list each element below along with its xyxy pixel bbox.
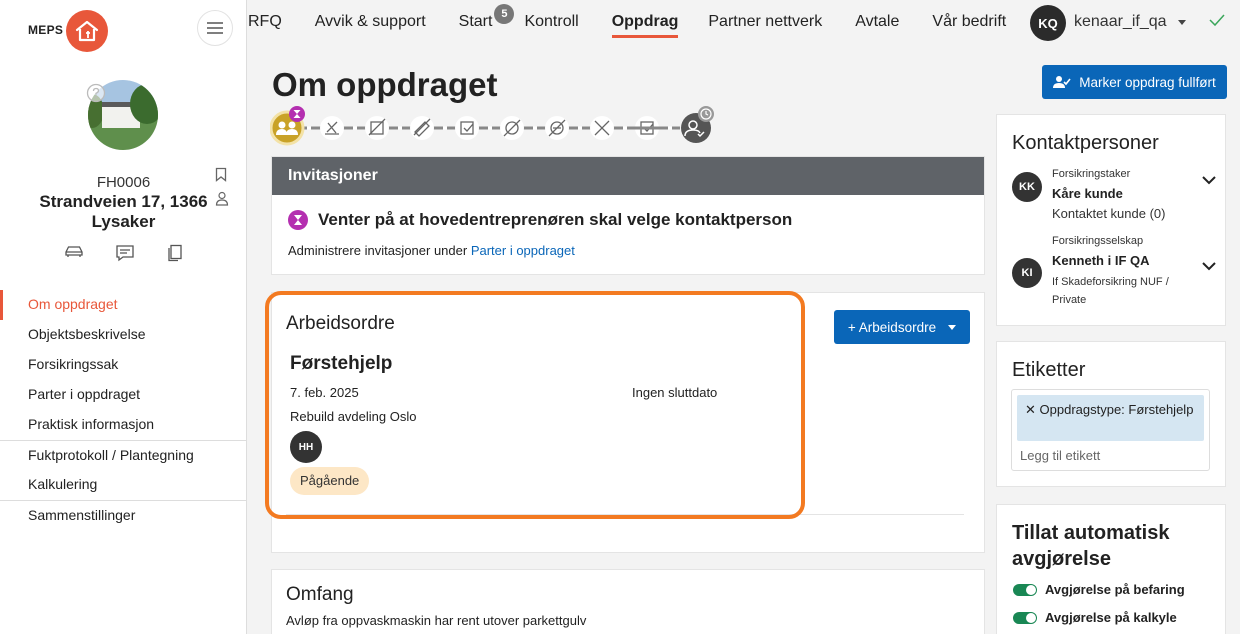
nav-var-bedrift[interactable]: Vår bedrift	[932, 0, 1006, 44]
contacts-title: Kontaktpersoner	[1012, 132, 1159, 154]
nav-rfq[interactable]: RFQ	[248, 0, 282, 44]
contacts-card: Kontaktpersoner KK Forsikringstaker Kåre…	[996, 114, 1226, 326]
workorder-name[interactable]: Førstehjelp	[290, 353, 392, 375]
scope-title: Omfang	[286, 584, 354, 605]
nav-avtale[interactable]: Avtale	[855, 0, 899, 44]
scope-card: Omfang Avløp fra oppvaskmaskin har rent …	[271, 569, 985, 634]
workorder-status-badge: Pågående	[290, 467, 370, 495]
car-icon[interactable]	[64, 244, 84, 260]
sidebar-item-fuktprotokoll[interactable]: Fuktprotokoll / Plantegning	[0, 440, 247, 470]
contact-sub: Kontaktet kunde (0)	[1052, 206, 1166, 221]
property-id: FH0006	[96, 174, 151, 191]
toggle-switch[interactable]	[1013, 583, 1037, 596]
workorders-card: Arbeidsordre + Arbeidsordre Førstehjelp …	[271, 292, 985, 553]
sidebar-item-objektsbeskrivelse[interactable]: Objektsbeskrivelse	[0, 320, 247, 350]
help-icon[interactable]	[86, 83, 106, 103]
caret-down-icon	[948, 324, 957, 330]
invitation-status: Venter på at hovedentreprenøren skal vel…	[288, 210, 792, 230]
divider	[286, 514, 964, 515]
remove-tag-icon[interactable]: ✕	[1025, 402, 1040, 417]
nav-avvik-support[interactable]: Avvik & support	[315, 0, 426, 44]
toggle-kalkyle[interactable]: Avgjørelse på kalkyle	[1013, 610, 1177, 625]
nav-start-label: Start	[458, 13, 493, 30]
menu-toggle-button[interactable]	[197, 10, 233, 46]
labels-title: Etiketter	[1012, 359, 1086, 381]
toggle-label: Avgjørelse på befaring	[1045, 582, 1185, 597]
nav-start[interactable]: Start 5	[459, 0, 515, 44]
contact-role: Forsikringstaker	[1052, 168, 1131, 180]
mark-complete-label: Marker oppdrag fullført	[1079, 74, 1216, 90]
nav-oppdrag[interactable]: Oppdrag	[611, 0, 678, 44]
person-check-icon	[1053, 76, 1071, 88]
sidebar-nav: Om oppdraget Objektsbeskrivelse Forsikri…	[0, 290, 247, 530]
contact-role: Forsikringsselskap	[1052, 235, 1144, 247]
mark-complete-button[interactable]: Marker oppdrag fullført	[1042, 65, 1227, 99]
invitations-card: Invitasjoner Venter på at hovedentrepren…	[271, 156, 985, 275]
invitations-help: Administrere invitasjoner under Parter i…	[288, 243, 575, 258]
bookmark-icon[interactable]	[215, 167, 227, 182]
contact-name: Kåre kunde	[1052, 186, 1123, 201]
copy-documents-icon[interactable]	[166, 244, 184, 262]
brand-name: MEPS	[28, 23, 64, 37]
home-logo-icon[interactable]	[66, 10, 108, 52]
user-menu-caret-icon[interactable]	[1178, 20, 1186, 25]
sidebar-item-kalkulering[interactable]: Kalkulering	[0, 470, 247, 500]
user-avatar[interactable]: KQ	[1030, 5, 1066, 41]
invitation-status-text: Venter på at hovedentreprenøren skal vel…	[318, 210, 793, 229]
chevron-down-icon[interactable]	[1201, 261, 1217, 271]
toggle-befaring[interactable]: Avgjørelse på befaring	[1013, 582, 1185, 597]
contact-avatar: KK	[1012, 172, 1042, 202]
chevron-down-icon[interactable]	[1201, 175, 1217, 185]
contact-avatar: KI	[1012, 258, 1042, 288]
label-tag: ✕ Oppdragstype: Førstehjelp	[1017, 395, 1204, 441]
contact-item[interactable]: KI Forsikringsselskap Kenneth i IF QA If…	[1012, 234, 1217, 314]
nav-partner-nettverk[interactable]: Partner nettverk	[708, 0, 822, 44]
sidebar-item-praktisk-informasjon[interactable]: Praktisk informasjon	[0, 410, 247, 440]
contact-sub: If Skadeforsikring NUF / Private	[1052, 276, 1169, 306]
property-address: Strandveien 17, 1366 Lysaker	[39, 192, 208, 231]
scope-text: Avløp fra oppvaskmaskin har rent utover …	[286, 613, 587, 628]
contact-name: Kenneth i IF QA	[1052, 253, 1150, 268]
workorders-title: Arbeidsordre	[286, 313, 395, 334]
sidebar-item-parter[interactable]: Parter i oppdraget	[0, 380, 247, 410]
invitations-help-text: Administrere invitasjoner under	[288, 243, 471, 258]
sidebar: MEPS FH0006 Strandveien 17, 1366 Lysaker…	[0, 0, 247, 634]
invitations-header: Invitasjoner	[272, 157, 984, 195]
hamburger-icon	[207, 22, 223, 34]
sidebar-item-forsikringssak[interactable]: Forsikringssak	[0, 350, 247, 380]
person-icon[interactable]	[215, 191, 229, 206]
add-workorder-label: + Arbeidsordre	[847, 319, 937, 335]
sidebar-item-sammenstillinger[interactable]: Sammenstillinger	[0, 500, 247, 530]
label-tag-text: Oppdragstype: Førstehjelp	[1039, 402, 1194, 417]
toggle-switch[interactable]	[1013, 611, 1037, 624]
auto-decision-card: Tillat automatisk avgjørelse Avgjørelse …	[996, 504, 1226, 634]
progress-dashes	[307, 126, 672, 130]
check-icon	[1209, 14, 1225, 27]
workorder-end-date: Ingen sluttdato	[632, 385, 718, 400]
page-title: Om oppdraget	[272, 66, 498, 103]
chat-icon[interactable]	[115, 244, 135, 262]
workorder-assignee-avatar: HH	[290, 431, 322, 463]
sidebar-item-om-oppdraget[interactable]: Om oppdraget	[0, 290, 247, 320]
nav-kontroll[interactable]: Kontroll	[524, 0, 578, 44]
toggle-label: Avgjørelse på kalkyle	[1045, 610, 1177, 625]
parter-link[interactable]: Parter i oppdraget	[471, 243, 575, 258]
add-label-input[interactable]: Legg til etikett	[1020, 448, 1100, 463]
add-workorder-button[interactable]: + Arbeidsordre	[834, 310, 970, 344]
auto-decision-title: Tillat automatisk avgjørelse	[1012, 522, 1170, 570]
property-tools	[64, 244, 184, 262]
labels-input-box[interactable]: ✕ Oppdragstype: Førstehjelp Legg til eti…	[1011, 389, 1210, 471]
user-name[interactable]: kenaar_if_qa	[1074, 13, 1167, 31]
labels-card: Etiketter ✕ Oppdragstype: Førstehjelp Le…	[996, 341, 1226, 487]
hourglass-icon	[288, 210, 308, 230]
workorder-start-date: 7. feb. 2025	[290, 385, 359, 400]
workorder-department: Rebuild avdeling Oslo	[290, 409, 417, 424]
contact-item[interactable]: KK Forsikringstaker Kåre kunde Kontaktet…	[1012, 167, 1217, 227]
start-count-badge: 5	[494, 4, 515, 24]
